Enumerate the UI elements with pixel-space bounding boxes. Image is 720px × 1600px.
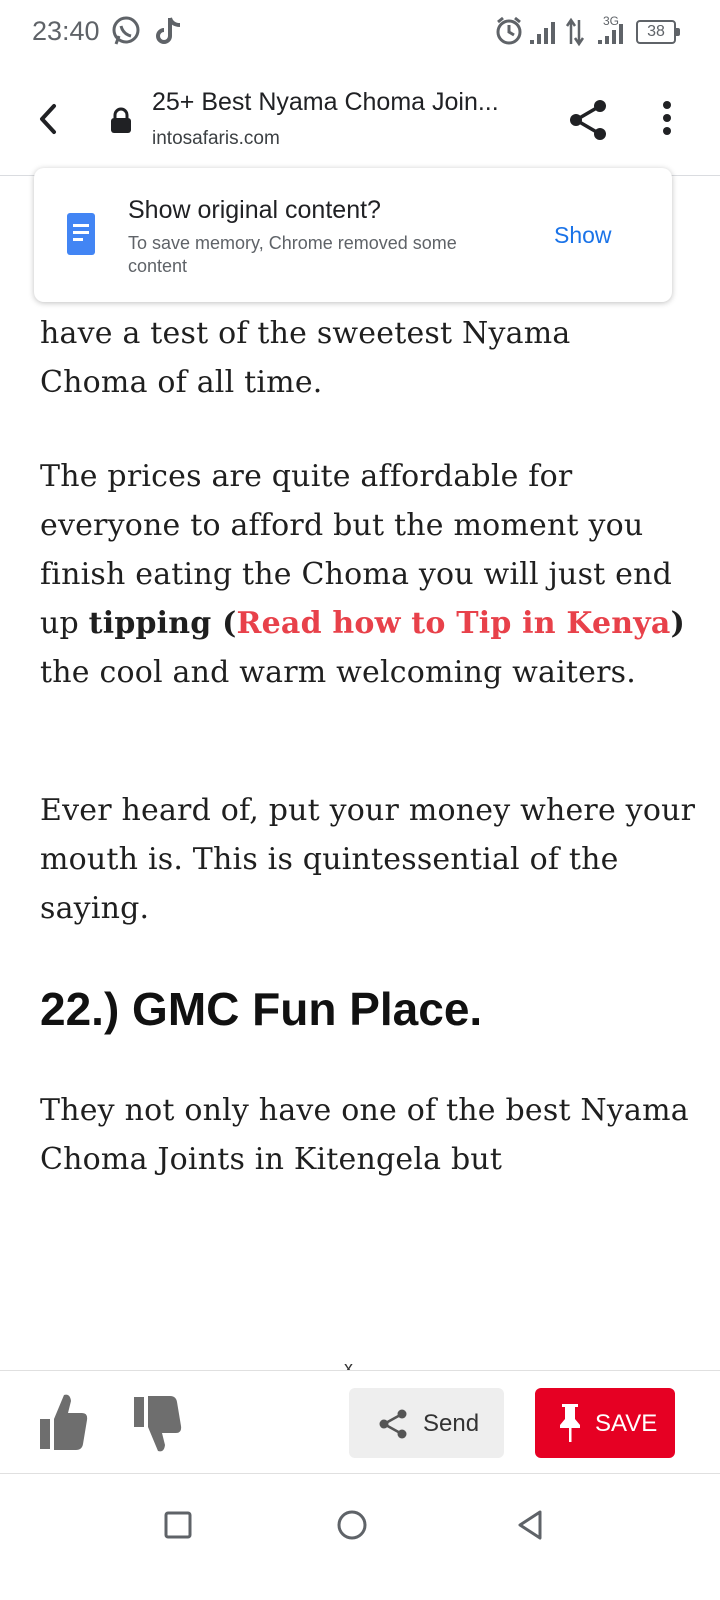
send-button[interactable]: Send	[349, 1388, 504, 1458]
recent-apps-icon[interactable]	[158, 1505, 198, 1545]
share-icon[interactable]	[566, 96, 610, 144]
system-nav-bar	[0, 1475, 720, 1600]
tip-in-kenya-link[interactable]: Read how to Tip in Kenya	[237, 606, 671, 641]
back-nav-icon[interactable]	[510, 1505, 550, 1545]
signal-icon	[598, 24, 623, 44]
document-icon	[67, 213, 95, 255]
signal-icon	[530, 22, 555, 44]
article-paragraph: Ever heard of, put your money where your…	[40, 793, 696, 926]
popup-title: Show original content?	[128, 196, 381, 224]
send-label: Send	[423, 1410, 480, 1437]
article-paragraph: have a test of the sweetest Nyama Choma …	[40, 316, 571, 400]
alarm-icon	[496, 16, 522, 45]
save-button[interactable]: SAVE	[535, 1388, 675, 1458]
section-heading: 22.) GMC Fun Place.	[40, 983, 483, 1035]
lock-icon[interactable]	[110, 107, 132, 133]
thumbs-down-icon[interactable]	[130, 1393, 184, 1457]
more-menu-icon[interactable]	[656, 96, 678, 144]
page-title[interactable]: 25+ Best Nyama Choma Join...	[152, 88, 522, 117]
share-icon	[379, 1409, 407, 1439]
page-url[interactable]: intosafaris.com	[152, 128, 280, 150]
show-original-content-popup: Show original content? To save memory, C…	[34, 168, 672, 302]
popup-message: To save memory, Chrome removed some cont…	[128, 233, 457, 276]
whatsapp-icon	[112, 16, 140, 45]
home-icon[interactable]	[332, 1505, 372, 1545]
battery-icon: 38	[636, 20, 680, 44]
save-label: SAVE	[595, 1410, 658, 1437]
show-button[interactable]: Show	[554, 222, 612, 249]
back-icon[interactable]	[26, 94, 70, 144]
status-time: 23:40	[32, 16, 100, 46]
article-paragraph: They not only have one of the best Nyama…	[40, 1093, 689, 1177]
data-arrows-icon	[565, 17, 585, 47]
pin-icon	[560, 1404, 580, 1442]
thumbs-up-icon[interactable]	[36, 1389, 90, 1453]
bottom-action-bar: Send SAVE	[0, 1370, 720, 1474]
status-bar: 23:40 3G 38	[0, 0, 720, 66]
article-paragraph: The prices are quite affordable for ever…	[40, 459, 685, 690]
browser-toolbar: 25+ Best Nyama Choma Join... intosafaris…	[0, 66, 720, 176]
tiktok-icon	[156, 17, 181, 44]
